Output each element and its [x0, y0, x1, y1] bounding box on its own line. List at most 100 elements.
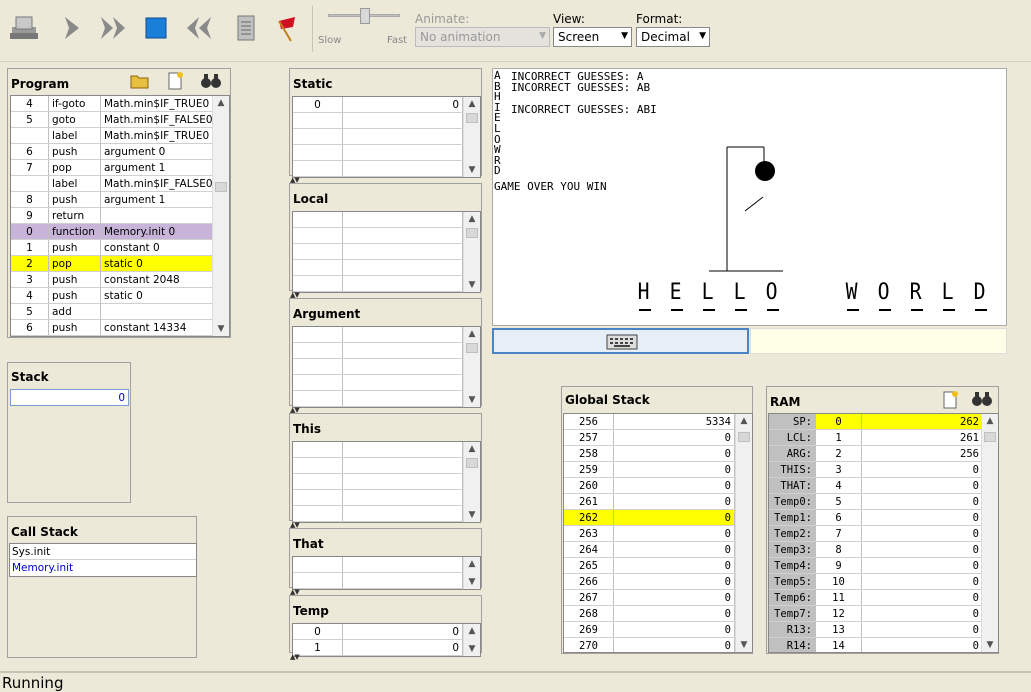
breakpoint-icon[interactable] — [268, 8, 308, 48]
ram-row[interactable]: R14: 14 0 — [769, 638, 998, 652]
ram-row[interactable]: Temp1: 6 0 — [769, 510, 998, 526]
segment-scrollbar[interactable]: ▲ ▼ — [463, 97, 480, 177]
segment-row[interactable]: 00 — [293, 97, 480, 113]
global-stack-row[interactable]: 269 0 — [564, 622, 752, 638]
rewind-icon[interactable] — [178, 8, 218, 48]
speed-slider[interactable] — [318, 8, 410, 30]
program-row[interactable]: 7 pop argument 1 — [11, 160, 229, 176]
global-stack-table[interactable]: 256 5334 257 0 258 0 259 0 260 0 261 0 262 0 263 0 264 0 2… — [563, 413, 753, 653]
ram-row[interactable]: R13: 13 0 — [769, 622, 998, 638]
ram-row[interactable]: LCL: 1 261 — [769, 430, 998, 446]
program-row[interactable]: 4 if-goto Math.min$IF_TRUE0 — [11, 96, 229, 112]
global-stack-row[interactable]: 258 0 — [564, 446, 752, 462]
segment-row[interactable] — [293, 557, 480, 573]
segment-row[interactable] — [293, 506, 480, 522]
segment-row[interactable] — [293, 343, 480, 359]
segment-row[interactable] — [293, 161, 480, 177]
binoculars-icon[interactable] — [200, 72, 222, 93]
program-row[interactable]: 4 push static 0 — [11, 288, 229, 304]
animate-select[interactable]: No animation ▼ — [415, 27, 550, 47]
ram-row[interactable]: Temp2: 7 0 — [769, 526, 998, 542]
segment-row[interactable]: 10 — [293, 640, 480, 656]
global-stack-row[interactable]: 267 0 — [564, 590, 752, 606]
segment-row[interactable] — [293, 244, 480, 260]
segment-scrollbar[interactable]: ▲ ▼ — [463, 442, 480, 522]
program-row[interactable]: 6 push constant 14334 — [11, 320, 229, 336]
program-row[interactable]: label Math.min$IF_FALSE0 — [11, 176, 229, 192]
step-icon[interactable] — [52, 8, 92, 48]
program-scrollbar[interactable]: ▲ ▼ — [212, 96, 229, 336]
splitter-arrows-icon[interactable]: ▲▼ — [290, 653, 300, 661]
global-stack-row[interactable]: 257 0 — [564, 430, 752, 446]
segment-row[interactable] — [293, 145, 480, 161]
ram-row[interactable]: THIS: 3 0 — [769, 462, 998, 478]
new-file-icon[interactable] — [166, 71, 184, 94]
load-icon[interactable] — [4, 8, 44, 48]
script-icon[interactable] — [226, 8, 266, 48]
binoculars-icon[interactable] — [971, 390, 993, 411]
segment-that-table[interactable]: ▲ ▼ — [292, 556, 481, 590]
program-row[interactable]: 5 add — [11, 304, 229, 320]
new-file-icon[interactable] — [941, 390, 959, 413]
keyboard-input[interactable] — [492, 328, 749, 354]
ram-row[interactable]: THAT: 4 0 — [769, 478, 998, 494]
global-stack-scrollbar[interactable]: ▲ ▼ — [735, 414, 752, 652]
segment-argument-table[interactable]: ▲ ▼ — [292, 326, 481, 408]
ram-row[interactable]: Temp0: 5 0 — [769, 494, 998, 510]
global-stack-row[interactable]: 256 5334 — [564, 414, 752, 430]
program-row[interactable]: 6 push argument 0 — [11, 144, 229, 160]
open-folder-icon[interactable] — [130, 72, 150, 93]
ram-row[interactable]: Temp3: 8 0 — [769, 542, 998, 558]
program-row[interactable]: 1 push constant 0 — [11, 240, 229, 256]
program-row[interactable]: 8 push argument 1 — [11, 192, 229, 208]
segment-row[interactable] — [293, 113, 480, 129]
global-stack-row[interactable]: 264 0 — [564, 542, 752, 558]
ram-row[interactable]: Temp5: 10 0 — [769, 574, 998, 590]
segment-row[interactable] — [293, 458, 480, 474]
segment-row[interactable]: 00 — [293, 624, 480, 640]
ram-row[interactable]: Temp6: 11 0 — [769, 590, 998, 606]
segment-row[interactable] — [293, 359, 480, 375]
program-row[interactable]: 2 pop static 0 — [11, 256, 229, 272]
global-stack-row[interactable]: 260 0 — [564, 478, 752, 494]
ram-row[interactable]: ARG: 2 256 — [769, 446, 998, 462]
global-stack-row[interactable]: 270 0 — [564, 638, 752, 652]
segment-scrollbar[interactable]: ▲ ▼ — [463, 624, 480, 656]
ram-table[interactable]: SP: 0 262 LCL: 1 261 ARG: 2 256 THIS: 3 0 THAT: 4 0 Tem… — [768, 413, 999, 653]
global-stack-row[interactable]: 261 0 — [564, 494, 752, 510]
view-select[interactable]: Screen ▼ — [553, 27, 632, 47]
segment-row[interactable] — [293, 573, 480, 589]
segment-temp-table[interactable]: 0 0 1 0 ▲ ▼ — [292, 623, 481, 657]
global-stack-row[interactable]: 266 0 — [564, 574, 752, 590]
segment-row[interactable] — [293, 474, 480, 490]
stack-table[interactable]: 0 — [10, 389, 129, 406]
global-stack-row[interactable]: 265 0 — [564, 558, 752, 574]
call-stack-table[interactable]: Sys.init Memory.init — [9, 543, 197, 577]
segment-scrollbar[interactable]: ▲ ▼ — [463, 212, 480, 292]
segment-row[interactable] — [293, 490, 480, 506]
ram-row[interactable]: Temp4: 9 0 — [769, 558, 998, 574]
segment-row[interactable] — [293, 129, 480, 145]
segment-row[interactable] — [293, 212, 480, 228]
fast-forward-icon[interactable] — [94, 8, 134, 48]
segment-row[interactable] — [293, 327, 480, 343]
stop-icon[interactable] — [136, 8, 176, 48]
segment-local-table[interactable]: ▲ ▼ — [292, 211, 481, 293]
program-row[interactable]: 9 return — [11, 208, 229, 224]
segment-scrollbar[interactable]: ▲ ▼ — [463, 557, 480, 589]
ram-scrollbar[interactable]: ▲ ▼ — [981, 414, 998, 652]
segment-row[interactable] — [293, 276, 480, 292]
program-row[interactable]: 0 function Memory.init 0 — [11, 224, 229, 240]
segment-scrollbar[interactable]: ▲ ▼ — [463, 327, 480, 407]
global-stack-row[interactable]: 268 0 — [564, 606, 752, 622]
segment-row[interactable] — [293, 228, 480, 244]
segment-row[interactable] — [293, 391, 480, 407]
segment-static-table[interactable]: 0 0 ▲ ▼ — [292, 96, 481, 178]
ram-row[interactable]: SP: 0 262 — [769, 414, 998, 430]
segment-this-table[interactable]: ▲ ▼ — [292, 441, 481, 523]
program-row[interactable]: label Math.min$IF_TRUE0 — [11, 128, 229, 144]
global-stack-row[interactable]: 262 0 — [564, 510, 752, 526]
global-stack-row[interactable]: 263 0 — [564, 526, 752, 542]
program-row[interactable]: 5 goto Math.min$IF_FALSE0 — [11, 112, 229, 128]
program-row[interactable]: 3 push constant 2048 — [11, 272, 229, 288]
